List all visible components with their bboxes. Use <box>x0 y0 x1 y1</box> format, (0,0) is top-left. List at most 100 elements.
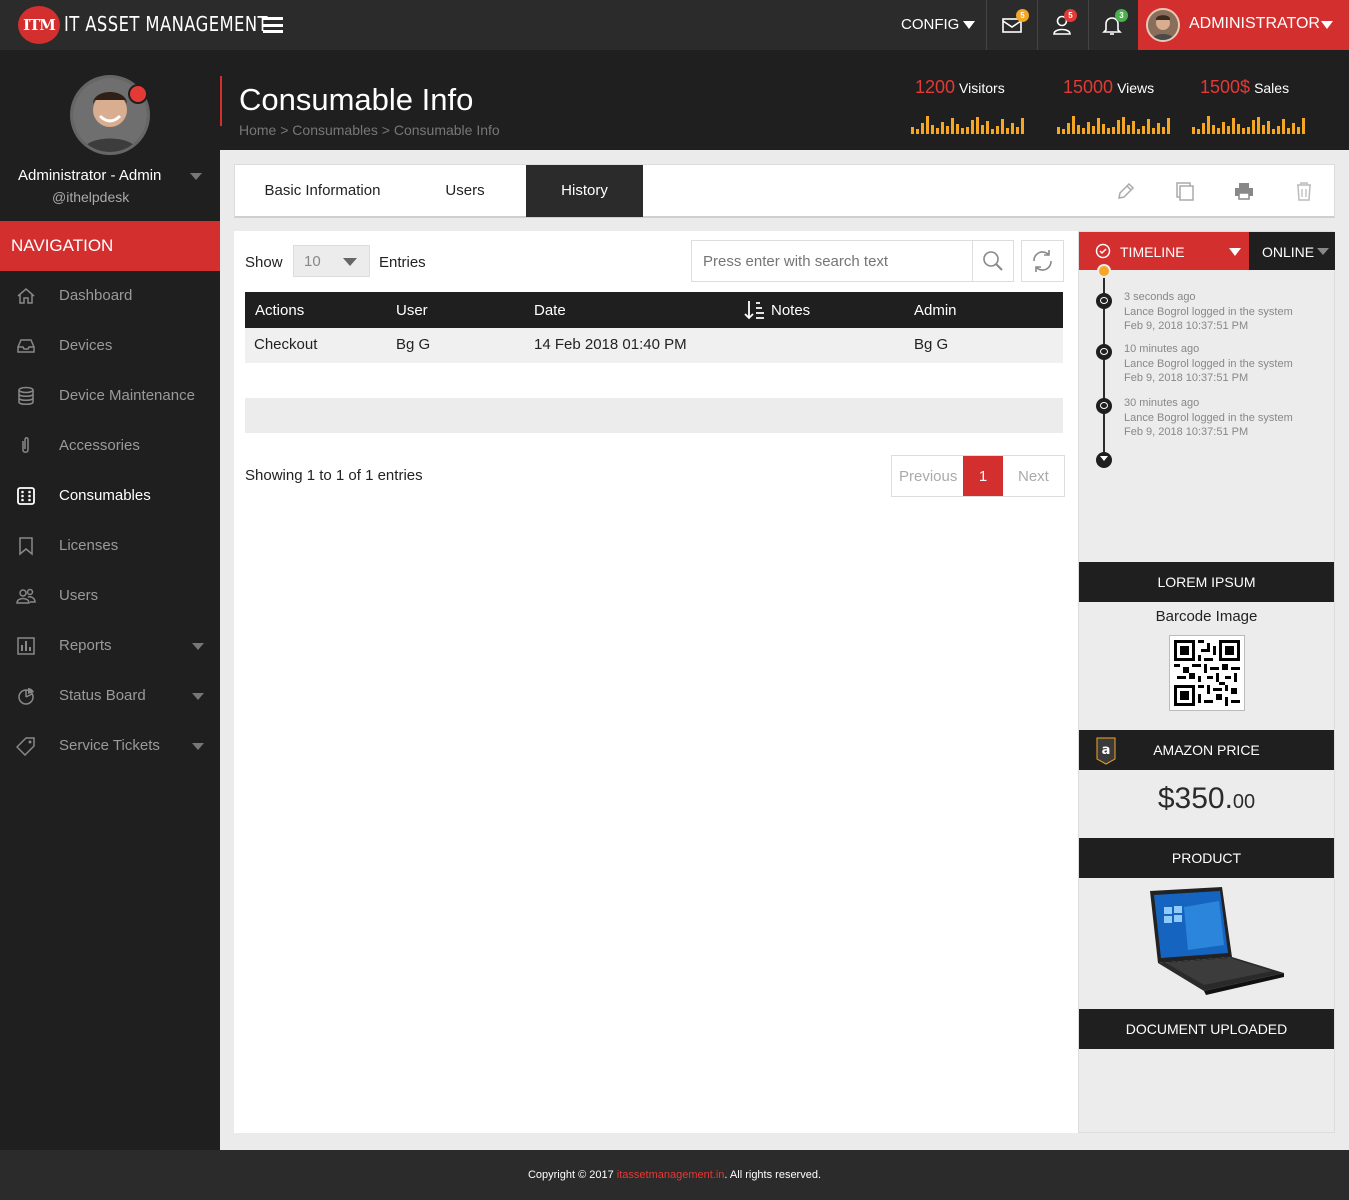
sidebar-item-label: Service Tickets <box>59 737 160 754</box>
notifications-badge: 3 <box>1115 9 1128 22</box>
sidebar-item-label: Status Board <box>59 687 146 704</box>
search-button[interactable] <box>972 240 1014 282</box>
edit-icon[interactable] <box>1115 180 1137 202</box>
sidebar-item-status-board[interactable]: Status Board <box>0 671 220 721</box>
config-menu[interactable]: CONFIG <box>901 16 959 33</box>
sidebar-item-label: Reports <box>59 637 112 654</box>
profile-handle: @ithelpdesk <box>52 189 130 205</box>
admin-label: ADMINISTRATOR <box>1189 15 1320 32</box>
history-panel: Show 10 Entries Actions User Date Notes … <box>234 231 1079 1133</box>
tabs-bar: Basic Information Users History <box>234 164 1335 218</box>
prev-page-button[interactable]: Previous <box>892 456 963 496</box>
sparkline-sales <box>1192 116 1305 134</box>
tab-history[interactable]: History <box>526 165 643 217</box>
timeline-entry: 30 minutes ago Lance Bogrol logged in th… <box>1124 397 1293 438</box>
paperclip-icon <box>22 437 29 453</box>
chevron-down-icon <box>1229 248 1241 256</box>
col-admin[interactable]: Admin <box>914 302 957 319</box>
mail-badge: 5 <box>1016 9 1029 22</box>
cell-user: Bg G <box>396 336 431 353</box>
amazon-price: $350.00 <box>1157 782 1256 815</box>
chat-icon <box>1096 344 1112 360</box>
footer-link[interactable]: itassetmanagement.in <box>617 1169 725 1181</box>
sort-icon[interactable] <box>744 299 766 321</box>
print-icon[interactable] <box>1233 180 1255 202</box>
chevron-down-icon <box>1321 21 1333 29</box>
entries-label: Entries <box>379 254 426 271</box>
table-footer-row <box>245 398 1063 433</box>
sidebar-item-label: Consumables <box>59 487 151 504</box>
sidebar-item-accessories[interactable]: Accessories <box>0 421 220 471</box>
users-badge: 5 <box>1064 9 1077 22</box>
sidebar-item-label: Dashboard <box>59 287 133 304</box>
copy-icon[interactable] <box>1174 180 1196 202</box>
cell-action: Checkout <box>254 336 318 353</box>
menu-toggle-icon[interactable] <box>263 17 283 33</box>
pagination: Previous 1 Next <box>891 455 1065 497</box>
config-chevron-down-icon[interactable] <box>963 21 975 29</box>
home-icon <box>17 288 35 304</box>
sidebar-item-devices[interactable]: Devices <box>0 321 220 371</box>
online-status[interactable]: ONLINE <box>1249 232 1335 270</box>
profile-chevron-down-icon[interactable] <box>190 173 202 180</box>
nav-header: NAVIGATION <box>0 221 220 271</box>
sidebar: Administrator - Admin @ithelpdesk NAVIGA… <box>0 50 220 1150</box>
timeline-entry: 10 minutes ago Lance Bogrol logged in th… <box>1124 343 1293 384</box>
sidebar-item-service-tickets[interactable]: Service Tickets <box>0 721 220 771</box>
database-icon <box>18 386 34 405</box>
sidebar-item-licenses[interactable]: Licenses <box>0 521 220 571</box>
profile-name[interactable]: Administrator - Admin <box>18 167 161 184</box>
col-notes[interactable]: Notes <box>771 302 810 319</box>
col-actions[interactable]: Actions <box>255 302 304 319</box>
chat-icon <box>1096 293 1112 309</box>
bookmark-icon <box>19 537 33 556</box>
refresh-button[interactable] <box>1021 240 1064 282</box>
right-panel: TIMELINE ONLINE 3 seconds ago Lance Bogr… <box>1078 231 1335 1133</box>
app-title[interactable]: IT ASSET MANAGEMENT <box>64 12 268 36</box>
trash-icon[interactable] <box>1293 180 1315 202</box>
sidebar-item-users[interactable]: Users <box>0 571 220 621</box>
breadcrumb[interactable]: Home > Consumables > Consumable Info <box>239 122 500 138</box>
col-user[interactable]: User <box>396 302 428 319</box>
next-page-button[interactable]: Next <box>1003 456 1064 496</box>
sparkline-views <box>1057 116 1170 134</box>
stat-visitors: 1200 Visitors <box>915 77 1005 97</box>
stat-views: 15000 Views <box>1063 77 1155 97</box>
table-info: Showing 1 to 1 of 1 entries <box>245 467 423 484</box>
sidebar-item-dashboard[interactable]: Dashboard <box>0 271 220 321</box>
document-uploaded-header: DOCUMENT UPLOADED <box>1079 1009 1334 1049</box>
admin-menu[interactable]: ADMINISTRATOR <box>1138 0 1349 50</box>
chevron-down-icon <box>1317 248 1329 255</box>
barcode-label: Barcode Image <box>1155 608 1258 625</box>
chevron-down-icon <box>192 643 204 650</box>
tab-users[interactable]: Users <box>430 165 500 217</box>
table-row[interactable]: Checkout Bg G 14 Feb 2018 01:40 PM Bg G <box>245 328 1063 363</box>
top-bar: ITM IT ASSET MANAGEMENT CONFIG 5 5 3 ADM… <box>0 0 1349 50</box>
table-header: Actions User Date Notes Admin <box>245 292 1063 328</box>
sidebar-item-consumables[interactable]: Consumables <box>0 471 220 521</box>
col-date[interactable]: Date <box>534 302 566 319</box>
chevron-down-icon <box>343 258 357 266</box>
search-icon <box>983 251 1003 271</box>
page-1-button[interactable]: 1 <box>963 456 1003 496</box>
tag-icon <box>16 737 35 756</box>
page-size-select[interactable]: 10 <box>293 245 370 277</box>
sidebar-item-label: Accessories <box>59 437 140 454</box>
timeline-more-icon[interactable] <box>1096 452 1112 468</box>
sidebar-item-device-maintenance[interactable]: Device Maintenance <box>0 371 220 421</box>
inbox-icon <box>17 339 35 353</box>
tab-basic-information[interactable]: Basic Information <box>235 165 410 217</box>
footer: Copyright © 2017 itassetmanagement.in. A… <box>0 1150 1349 1200</box>
cell-admin: Bg G <box>914 336 949 353</box>
sidebar-item-label: Licenses <box>59 537 119 554</box>
chevron-down-icon <box>192 743 204 750</box>
sidebar-item-reports[interactable]: Reports <box>0 621 220 671</box>
show-label: Show <box>245 254 283 271</box>
qr-code-image[interactable] <box>1169 635 1245 711</box>
timeline-entry: 3 seconds ago Lance Bogrol logged in the… <box>1124 291 1293 332</box>
laptop-image[interactable] <box>1144 887 1289 997</box>
cell-date: 14 Feb 2018 01:40 PM <box>534 336 687 353</box>
search-input[interactable] <box>691 240 973 282</box>
timeline-start-dot <box>1097 264 1111 278</box>
logo-badge[interactable]: ITM <box>18 6 60 44</box>
